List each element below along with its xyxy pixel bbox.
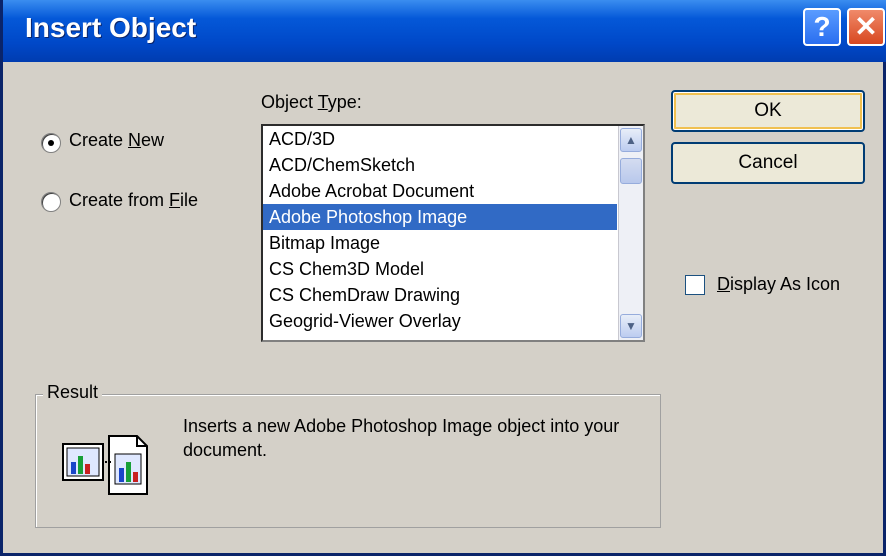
list-item[interactable]: ACD/3D	[263, 126, 617, 152]
chevron-down-icon: ▼	[625, 319, 637, 333]
create-new-radio[interactable]	[41, 133, 61, 153]
object-type-list: ACD/3D ACD/ChemSketch Adobe Acrobat Docu…	[263, 126, 617, 334]
close-button[interactable]: ✕	[847, 8, 885, 46]
list-item[interactable]: CS ChemDraw Drawing	[263, 282, 617, 308]
close-icon: ✕	[854, 11, 878, 42]
title-bar[interactable]: Insert Object ? ✕	[3, 0, 886, 62]
object-type-label: Object Type:	[261, 92, 362, 112]
display-as-icon-checkbox[interactable]	[685, 275, 705, 295]
list-item[interactable]: Geogrid-Viewer Overlay	[263, 308, 617, 334]
create-from-file-label[interactable]: Create from File	[69, 190, 198, 211]
insert-object-dialog: Insert Object ? ✕ Create New Create from…	[0, 0, 886, 556]
list-item[interactable]: CS Chem3D Model	[263, 256, 617, 282]
ok-button[interactable]: OK	[671, 90, 865, 132]
list-item[interactable]: Bitmap Image	[263, 230, 617, 256]
dialog-title: Insert Object	[25, 12, 197, 43]
create-new-label[interactable]: Create New	[69, 130, 164, 151]
help-icon: ?	[813, 11, 831, 42]
create-from-file-radio[interactable]	[41, 192, 61, 212]
result-description: Inserts a new Adobe Photoshop Image obje…	[183, 416, 620, 460]
help-button[interactable]: ?	[803, 8, 841, 46]
embedded-object-icon	[62, 435, 148, 495]
listbox-scrollbar[interactable]: ▲ ▼	[618, 126, 643, 340]
result-label: Result	[43, 382, 103, 403]
display-as-icon-label[interactable]: Display As Icon	[717, 274, 840, 295]
list-item[interactable]: Adobe Acrobat Document	[263, 178, 617, 204]
chevron-up-icon: ▲	[625, 133, 637, 147]
cancel-button[interactable]: Cancel	[671, 142, 865, 184]
list-item[interactable]: ACD/ChemSketch	[263, 152, 617, 178]
radio-selected-dot	[48, 140, 54, 146]
scroll-thumb[interactable]	[620, 158, 642, 184]
list-item-selected[interactable]: Adobe Photoshop Image	[263, 204, 617, 230]
object-type-listbox[interactable]: ACD/3D ACD/ChemSketch Adobe Acrobat Docu…	[261, 124, 645, 342]
scroll-down-button[interactable]: ▼	[620, 314, 642, 338]
scroll-up-button[interactable]: ▲	[620, 128, 642, 152]
